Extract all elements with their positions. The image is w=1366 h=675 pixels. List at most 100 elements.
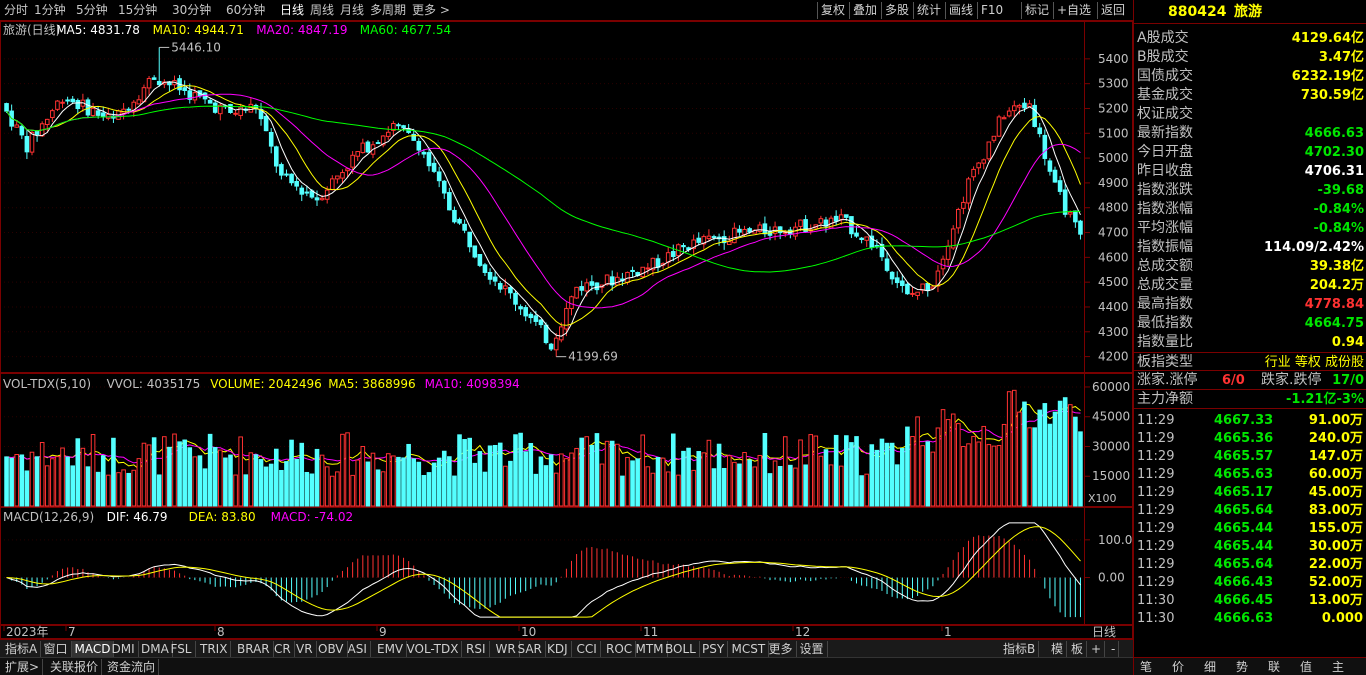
indicator-tab-11[interactable]: ASI — [345, 641, 371, 657]
period-tab-4[interactable]: 30分钟 — [172, 3, 211, 18]
indicator-tab-6[interactable]: TRIX — [197, 641, 232, 657]
tick-time: 11:29 — [1137, 467, 1175, 482]
indicator-right-tab-2[interactable]: 板 — [1068, 641, 1088, 657]
volume-bar — [620, 475, 625, 507]
quote-row-5: 最新指数 4666.63 — [1134, 124, 1366, 143]
quote-tab-6[interactable]: 主 — [1332, 659, 1344, 675]
period-tab-6[interactable]: 日线 — [280, 3, 304, 18]
candle-body — [233, 112, 238, 115]
toolbar-button-5[interactable]: F10 — [977, 2, 1006, 19]
high-marker-label: 5446.10 — [171, 40, 221, 54]
volume-bar — [844, 435, 849, 507]
indicator-tab-9[interactable]: VR — [293, 641, 317, 657]
volume-bar — [640, 434, 646, 507]
indicator-tab-19[interactable]: ROC — [603, 641, 637, 657]
indicator-right-tab-0[interactable]: 指标B — [1000, 641, 1040, 657]
indicator-tab-18[interactable]: CCI — [574, 641, 601, 657]
quote-tab-4[interactable]: 联 — [1268, 659, 1280, 675]
toolbar-button-2[interactable]: 多股 — [881, 2, 912, 19]
candle-body — [365, 141, 371, 153]
period-tab-1[interactable]: 1分钟 — [34, 3, 66, 18]
volume-bar — [447, 456, 452, 507]
indicator-right-tab-4[interactable]: - — [1108, 641, 1120, 657]
macd-dea-line — [6, 526, 1081, 618]
volume-bar — [1022, 401, 1027, 507]
period-tab-8[interactable]: 月线 — [340, 3, 364, 18]
indicator-tab-14[interactable]: RSI — [463, 641, 490, 657]
indicator-tab-13[interactable]: VOL-TDX — [404, 641, 463, 657]
candle-body — [1037, 127, 1043, 135]
candle-body — [844, 214, 849, 218]
indicator-tab-1[interactable]: 窗口 — [41, 641, 72, 657]
candle-body — [513, 292, 518, 305]
indicator-tab-5[interactable]: FSL — [168, 641, 196, 657]
tick-price: 4665.44 — [1214, 521, 1274, 536]
candle-body — [1073, 210, 1078, 223]
indicator-right-tab-1[interactable]: 模 — [1048, 641, 1068, 657]
candle-body — [279, 164, 284, 176]
candle-body — [711, 236, 717, 239]
volume-bar — [319, 454, 325, 507]
tick-row: 11:30 4666.45 13.00万 — [1134, 592, 1366, 610]
extension-tab-1[interactable]: 关联报价 — [47, 659, 103, 675]
candle-body — [29, 131, 35, 153]
indicator-tab-22[interactable]: PSY — [699, 641, 729, 657]
period-tab-7[interactable]: 周线 — [310, 3, 334, 18]
indicator-tab-10[interactable]: OBV — [315, 641, 348, 657]
indicator-tab-8[interactable]: CR — [271, 641, 295, 657]
volume-bar — [1073, 416, 1078, 507]
period-tab-9[interactable]: 多周期 — [370, 3, 406, 18]
indicator-tab-12[interactable]: EMV — [374, 641, 408, 657]
toolbar-button-8[interactable]: 返回 — [1097, 2, 1128, 19]
indicator-tab-24[interactable]: 更多 — [766, 641, 797, 657]
indicator-tab-23[interactable]: MCST — [729, 641, 770, 657]
toolbar-button-6[interactable]: 标记 — [1021, 2, 1052, 19]
volume-bar — [849, 442, 854, 507]
toolbar-button-7[interactable]: +自选 — [1053, 2, 1094, 19]
indicator-tab-16[interactable]: SAR — [515, 641, 546, 657]
indicator-tab-0[interactable]: 指标A — [2, 641, 42, 657]
tick-price: 4666.45 — [1214, 593, 1274, 608]
candle-body — [900, 280, 905, 287]
indicator-tab-17[interactable]: KDJ — [544, 641, 572, 657]
indicator-tab-7[interactable]: BRAR — [234, 641, 274, 657]
candle-body — [350, 154, 355, 168]
period-tab-10[interactable]: 更多 > — [412, 3, 450, 18]
candle-body — [574, 286, 579, 299]
x-tick-label-2: 8 — [217, 625, 225, 639]
toolbar-button-3[interactable]: 统计 — [913, 2, 944, 19]
candle-body — [523, 307, 528, 317]
extension-tab-2[interactable]: 资金流向 — [104, 659, 160, 675]
toolbar-button-1[interactable]: 叠加 — [849, 2, 880, 19]
quote-tab-2[interactable]: 细 — [1204, 659, 1216, 675]
period-tab-5[interactable]: 60分钟 — [226, 3, 265, 18]
candle-body — [4, 103, 9, 112]
kline-chart[interactable]: 5400 5300 5200 5100 5000 4900 4800 4700 4600 4500… — [0, 21, 1133, 639]
volume-bar — [1052, 411, 1058, 507]
indicator-tab-3[interactable]: DMI — [109, 641, 139, 657]
volume-bar — [19, 454, 25, 507]
period-tab-0[interactable]: 分时 — [4, 3, 28, 18]
volume-bar — [645, 466, 651, 507]
volume-bar — [752, 466, 758, 507]
period-tab-2[interactable]: 5分钟 — [76, 3, 108, 18]
toolbar-button-0[interactable]: 复权 — [817, 2, 848, 19]
indicator-tab-25[interactable]: 设置 — [797, 641, 828, 657]
quote-tab-5[interactable]: 值 — [1300, 659, 1312, 675]
toolbar-button-4[interactable]: 画线 — [945, 2, 976, 19]
volume-bar — [365, 461, 371, 507]
indicator-tab-21[interactable]: BOLL — [662, 641, 700, 657]
candle-body — [584, 282, 590, 292]
period-tab-3[interactable]: 15分钟 — [118, 3, 157, 18]
candle-body — [340, 172, 345, 179]
quote-tab-3[interactable]: 势 — [1236, 659, 1248, 675]
tick-price: 4667.33 — [1214, 413, 1274, 428]
volume-bar — [833, 434, 839, 507]
tick-row: 11:29 4666.43 52.00万 — [1134, 574, 1366, 592]
candle-body — [65, 99, 70, 102]
extension-tab-0[interactable]: 扩展> — [2, 659, 44, 675]
quote-tab-1[interactable]: 价 — [1172, 659, 1184, 675]
quote-tab-0[interactable]: 笔 — [1140, 659, 1152, 675]
indicator-right-tab-3[interactable]: + — [1088, 641, 1106, 657]
volume-bars — [4, 389, 1083, 507]
